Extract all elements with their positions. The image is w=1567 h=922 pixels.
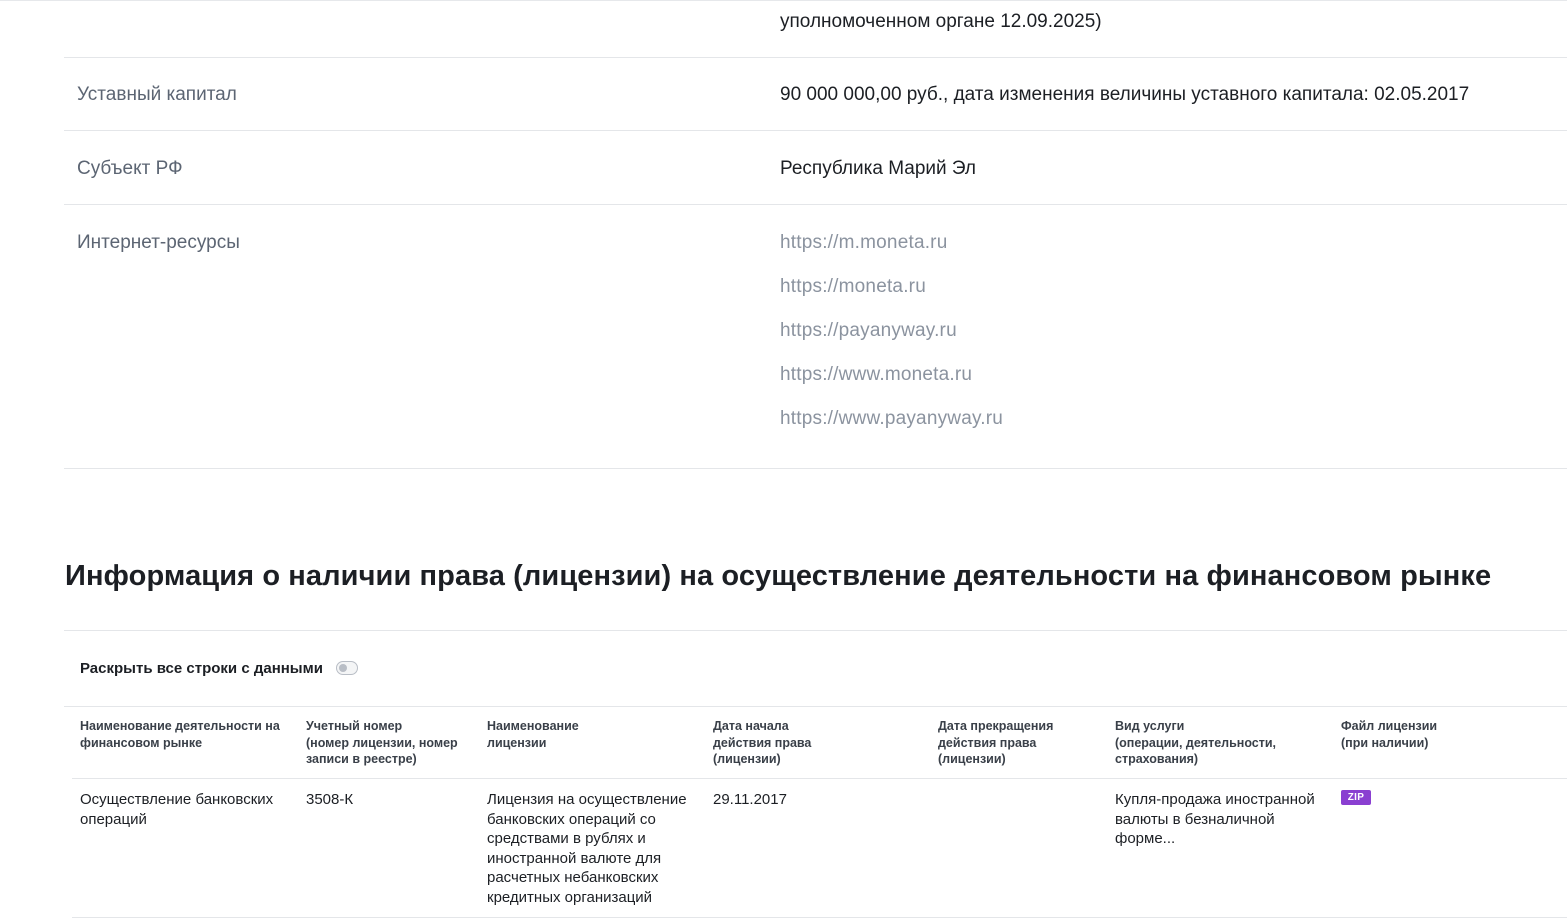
license-section-title: Информация о наличии права (лицензии) на… [65,560,1492,592]
page: уполномоченном органе 12.09.2025) Уставн… [0,0,1567,922]
toggle-knob [339,663,347,672]
zip-file-badge[interactable]: ZIP [1341,790,1371,805]
table-header-divider [72,778,1567,779]
internet-label: Интернет-ресурсы [77,232,240,253]
partial-value: уполномоченном органе 12.09.2025) [780,11,1102,32]
cell-number: 3508-К [306,791,354,808]
cell-service: Купля-продажа иностранной валюты в безна… [1115,791,1315,847]
table-row-divider [72,917,1567,918]
info-row-region: Субъект РФ Республика Марий Эл [64,131,1567,205]
column-header-start-date: Дата начала действия права (лицензии) [713,719,812,766]
info-row-internet: Интернет-ресурсы https://m.moneta.ru htt… [64,205,1567,469]
table-top-divider [64,706,1567,707]
info-row-partial: уполномоченном органе 12.09.2025) [64,0,1567,58]
column-header-end-date: Дата прекращения действия права (лицензи… [938,719,1054,766]
info-row-capital: Уставный капитал 90 000 000,00 руб., дат… [64,58,1567,131]
column-header-file: Файл лицензии (при наличии) [1341,719,1438,750]
internet-link[interactable]: https://moneta.ru [780,276,926,298]
expand-rows-label: Раскрыть все строки с данными [80,660,323,677]
internet-link[interactable]: https://www.moneta.ru [780,364,972,386]
cell-license-name: Лицензия на осуществление банковских опе… [487,791,687,906]
cell-activity: Осуществление банковских операций [80,791,274,828]
section-divider [64,630,1567,631]
internet-link[interactable]: https://payanyway.ru [780,320,957,342]
region-label: Субъект РФ [77,158,183,179]
capital-value: 90 000 000,00 руб., дата изменения велич… [780,84,1470,105]
expand-rows-toggle[interactable] [336,661,358,675]
capital-label: Уставный капитал [77,84,237,105]
column-header-license-name: Наименование лицензии [487,719,579,750]
column-header-number: Учетный номер (номер лицензии, номер зап… [306,719,458,766]
column-header-activity: Наименование деятельности на финансовом … [80,719,280,750]
column-header-service: Вид услуги (операции, деятельности, стра… [1115,719,1277,766]
cell-start-date: 29.11.2017 [713,791,787,808]
region-value: Республика Марий Эл [780,158,977,179]
internet-link[interactable]: https://www.payanyway.ru [780,408,1003,430]
internet-link[interactable]: https://m.moneta.ru [780,232,947,254]
